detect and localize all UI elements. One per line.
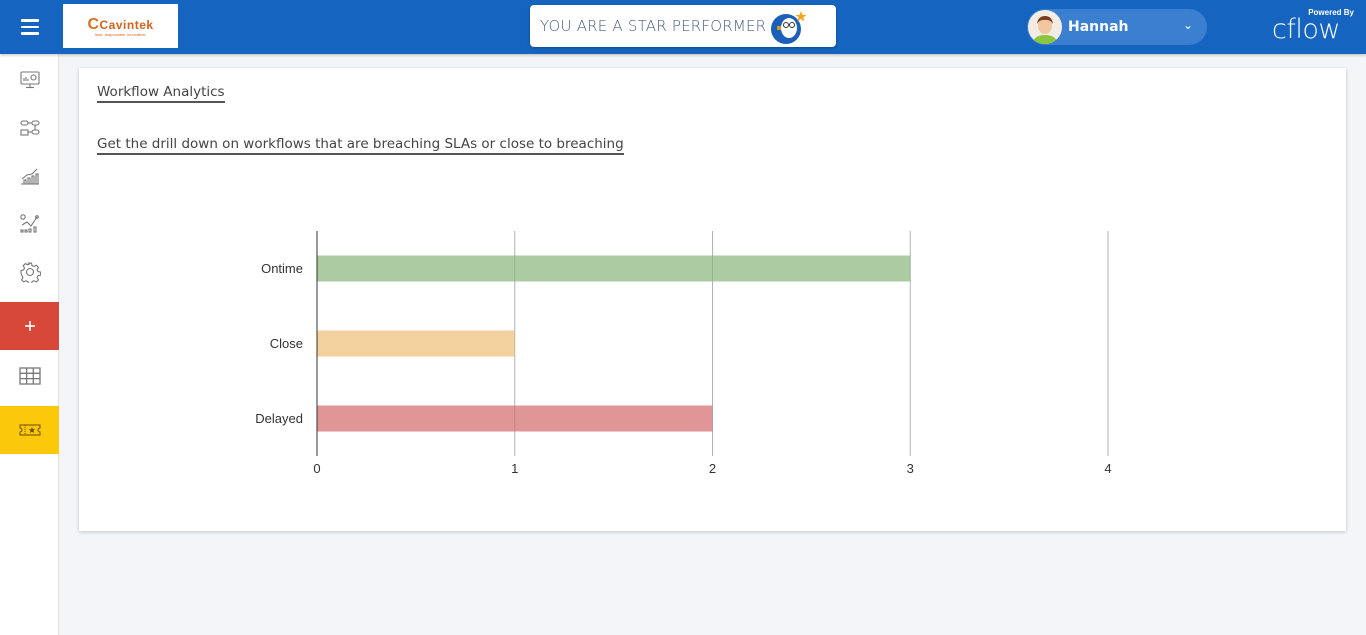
- workflow-analytics-card: Workflow Analytics Get the drill down on…: [79, 68, 1346, 531]
- analytics-icon: [19, 214, 39, 233]
- category-label: Ontime: [261, 261, 303, 276]
- plus-icon: [24, 321, 35, 331]
- category-label: Delayed: [255, 411, 303, 426]
- user-menu-button[interactable]: Hannah ⌄: [1027, 9, 1207, 45]
- cflow-logo: cflow: [1272, 14, 1340, 45]
- chevron-down-icon: ⌄: [1182, 18, 1193, 32]
- bar-ontime[interactable]: [317, 255, 911, 282]
- sidebar-item-workflows[interactable]: [0, 104, 59, 152]
- sidebar-item-settings[interactable]: [0, 248, 59, 296]
- hamburger-menu-icon[interactable]: [0, 0, 59, 54]
- user-avatar-icon: [1028, 10, 1062, 44]
- sidebar-item-analytics[interactable]: [0, 200, 59, 248]
- bar-chart-growth-icon: [20, 168, 39, 185]
- banner-text: YOU ARE A STAR PERFORMER: [540, 17, 767, 35]
- sidebar-item-reports[interactable]: [0, 152, 59, 200]
- category-label: Close: [270, 336, 303, 351]
- sidebar: [0, 54, 59, 635]
- top-bar: CCavintek trust. responsible. innovative…: [0, 0, 1366, 54]
- sidebar-item-dashboard[interactable]: [0, 56, 59, 104]
- bar-close[interactable]: [317, 330, 515, 357]
- star-performer-banner[interactable]: YOU ARE A STAR PERFORMER: [530, 5, 836, 47]
- gear-icon: [19, 262, 41, 283]
- x-tick-label: 3: [907, 461, 914, 476]
- monitor-dashboard-icon: [19, 71, 40, 89]
- star-ticket-icon: [19, 424, 40, 436]
- powered-by-cflow: Powered By cflow: [1272, 8, 1358, 44]
- user-name: Hannah: [1068, 19, 1129, 35]
- company-logo[interactable]: CCavintek trust. responsible. innovative…: [63, 4, 178, 48]
- x-tick-label: 1: [511, 461, 518, 476]
- sidebar-item-rewards[interactable]: [0, 406, 59, 454]
- logo-tagline: trust. responsible. innovative.: [94, 31, 147, 37]
- table-grid-icon: [18, 367, 41, 385]
- x-tick-label: 0: [313, 461, 320, 476]
- logo-name: Cavintek: [99, 17, 154, 32]
- sidebar-item-add[interactable]: [0, 302, 59, 350]
- sidebar-item-table[interactable]: [0, 352, 59, 400]
- sla-bar-chart: Ontime Close Delayed 0 1 2 3 4: [255, 231, 1112, 476]
- workflow-diagram-icon: [19, 120, 40, 136]
- x-tick-label: 2: [709, 461, 716, 476]
- x-tick-label: 4: [1104, 461, 1111, 476]
- star-performer-mascot-icon: [771, 11, 807, 44]
